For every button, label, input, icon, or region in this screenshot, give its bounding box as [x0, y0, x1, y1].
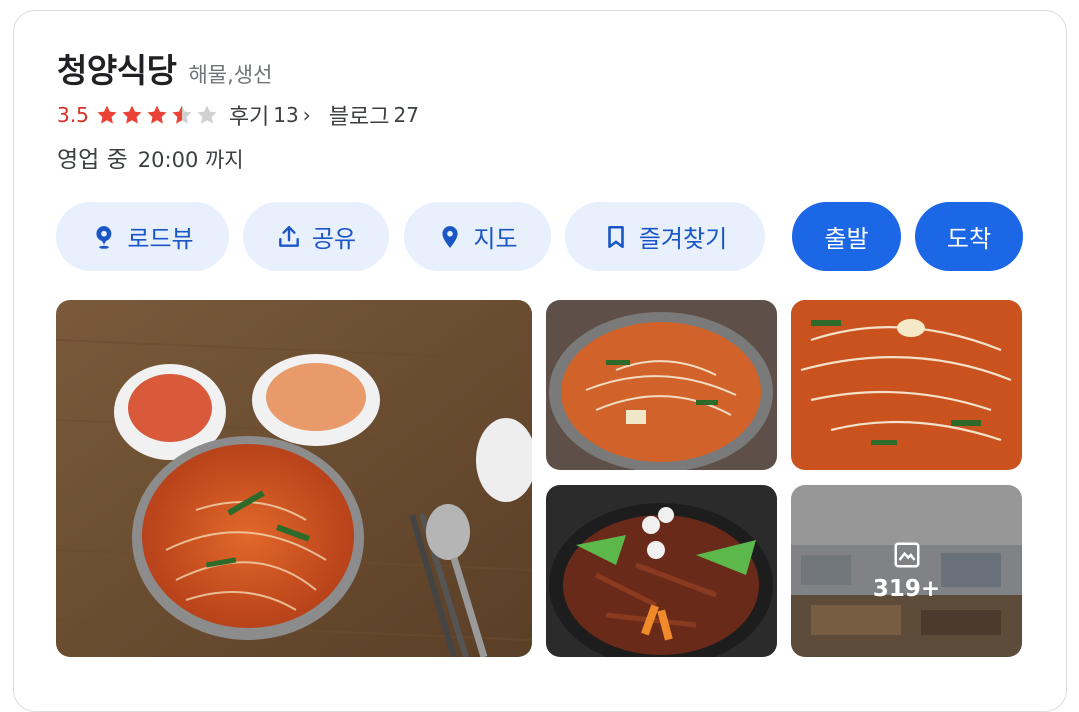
more-photos-count: 319+: [872, 576, 941, 602]
food-photo: [791, 300, 1022, 470]
star-icon: [122, 105, 142, 124]
food-photo: [546, 485, 777, 657]
star-rating: [95, 103, 219, 127]
closing-time: 20:00 까지: [137, 148, 244, 172]
bookmark-icon: [608, 225, 624, 248]
blog-label[interactable]: 블로그: [329, 99, 390, 131]
share-label: 공유: [311, 225, 357, 253]
more-photos-overlay[interactable]: 319+: [791, 485, 1022, 657]
photo-3[interactable]: [791, 300, 1022, 470]
share-icon: [279, 225, 299, 247]
roadview-button[interactable]: 로드뷰: [56, 202, 229, 271]
arrival-label: 도착: [946, 225, 992, 253]
place-category: 해물,생선: [188, 63, 273, 87]
place-name[interactable]: 청양식당: [57, 44, 177, 92]
photo-4[interactable]: [546, 485, 777, 657]
food-photo: [56, 300, 532, 657]
reviews-label[interactable]: 후기: [229, 99, 269, 131]
chevron-right-icon[interactable]: ›: [303, 103, 311, 127]
departure-label: 출발: [824, 225, 869, 253]
star-empty-icon: [197, 105, 217, 124]
favorite-button[interactable]: 즐겨찾기: [565, 202, 765, 271]
star-icon: [97, 105, 117, 124]
photo-2[interactable]: [546, 300, 777, 470]
reviews-count[interactable]: 13: [273, 103, 298, 127]
action-bar: 로드뷰 공유 지도 즐겨찾기 출발 도착: [56, 202, 1024, 271]
favorite-label: 즐겨찾기: [638, 225, 728, 253]
hours-row: 영업 중 20:00 까지: [57, 140, 244, 174]
open-status: 영업 중: [57, 147, 128, 173]
roadview-pin-icon: [96, 225, 112, 249]
star-half-icon: [172, 105, 192, 124]
arrival-button[interactable]: 도착: [915, 202, 1023, 271]
photo-more[interactable]: 319+: [791, 485, 1022, 657]
rating-row: 3.5 후기 13 › 블로그 27: [57, 98, 419, 132]
share-button[interactable]: 공유: [243, 202, 389, 271]
blog-count[interactable]: 27: [393, 103, 418, 127]
map-pin-icon: [442, 225, 458, 248]
star-icon: [147, 105, 167, 124]
map-label: 지도: [473, 225, 518, 253]
rating-score: 3.5: [57, 103, 89, 127]
departure-button[interactable]: 출발: [792, 202, 901, 271]
gallery-icon: [894, 542, 919, 568]
photo-main[interactable]: [56, 300, 532, 657]
food-photo: [546, 300, 777, 470]
title-row: 청양식당 해물,생선: [57, 44, 272, 92]
roadview-label: 로드뷰: [127, 225, 194, 253]
map-button[interactable]: 지도: [404, 202, 551, 271]
